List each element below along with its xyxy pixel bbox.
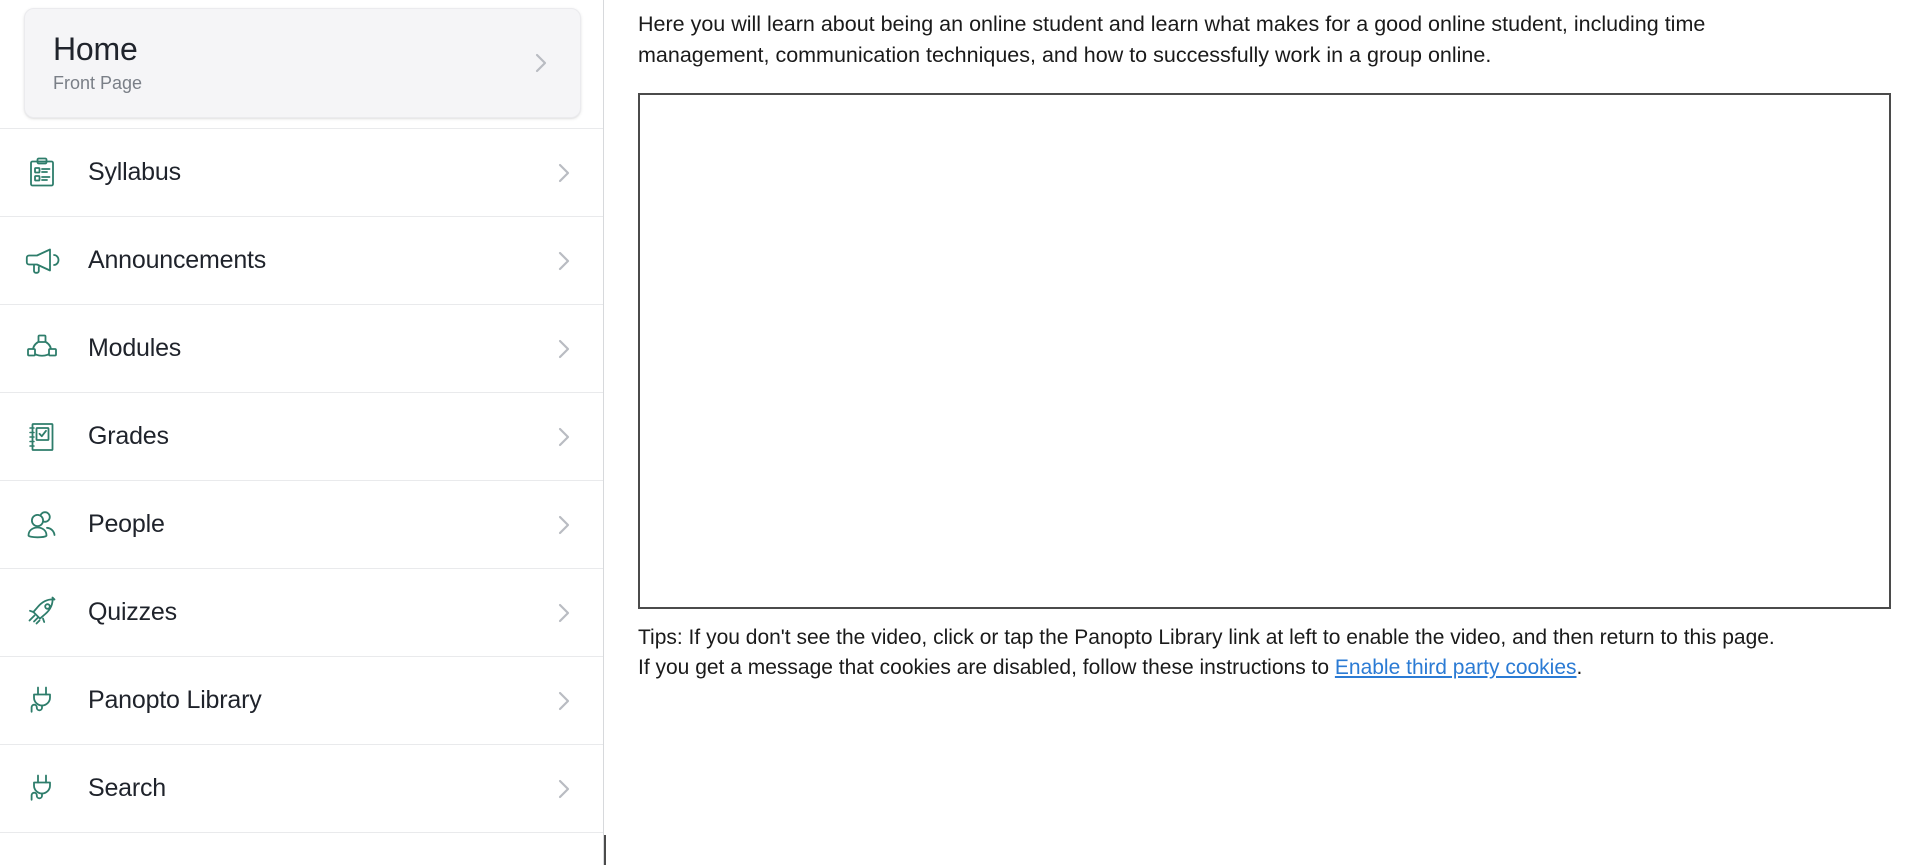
sidebar-item-label: Announcements [88,246,267,274]
frame-edge-marker [604,835,606,865]
gradebook-check-icon [22,417,62,457]
megaphone-icon [22,241,62,281]
sidebar-item-label: Syllabus [88,158,181,186]
plug-icon [22,769,62,809]
sidebar-item-people[interactable]: People [0,480,603,568]
chevron-right-icon [551,600,577,626]
sidebar-item-panopto-library[interactable]: Panopto Library [0,656,603,744]
tips-line-2-suffix: . [1576,656,1583,680]
people-group-icon [22,505,62,545]
sidebar-item-modules[interactable]: Modules [0,304,603,392]
home-subtitle: Front Page [53,73,143,94]
sidebar-item-search[interactable]: Search [0,744,603,832]
sidebar-item-label: Panopto Library [88,686,262,714]
chevron-right-icon [551,336,577,362]
sidebar-item-home[interactable]: Home Front Page [24,8,581,118]
panopto-video-embed[interactable] [638,93,1891,610]
tips-line-2-prefix: If you get a message that cookies are di… [638,656,1335,680]
sidebar-item-label: Modules [88,334,182,362]
chevron-right-icon [551,512,577,538]
chevron-right-icon [551,424,577,450]
main-content: Here you will learn about being an onlin… [604,0,1920,865]
sidebar-item-quizzes[interactable]: Quizzes [0,568,603,656]
rocket-icon [22,593,62,633]
sidebar-nav-list: Syllabus Announcements Modules Grades Pe… [0,128,603,865]
sidebar-item-grades[interactable]: Grades [0,392,603,480]
sidebar-item-label: Search [88,774,167,802]
home-title: Home [53,31,138,68]
sidebar-item-label: People [88,510,165,538]
tips-line-1: Tips: If you don't see the video, click … [638,626,1775,650]
plug-icon [22,681,62,721]
sidebar-item-label: Quizzes [88,598,177,626]
chevron-right-icon [551,688,577,714]
intro-paragraph: Here you will learn about being an onlin… [638,12,1706,67]
tips-block: Tips: If you don't see the video, click … [604,609,1854,684]
chevron-right-icon [551,248,577,274]
sidebar-item-label: Grades [88,422,169,450]
modules-network-icon [22,329,62,369]
sidebar-item-clipped[interactable] [0,832,603,865]
chevron-right-icon [551,160,577,186]
clipboard-list-icon [22,153,62,193]
course-navigation-sidebar: Home Front Page Syllabus Announcements M… [0,0,604,865]
enable-third-party-cookies-link[interactable]: Enable third party cookies [1335,656,1577,679]
chevron-right-icon [551,776,577,802]
course-home-page: Home Front Page Syllabus Announcements M… [0,0,1920,865]
chevron-right-icon [528,50,554,76]
sidebar-item-syllabus[interactable]: Syllabus [0,128,603,216]
sidebar-item-announcements[interactable]: Announcements [0,216,603,304]
home-card-text: Home Front Page [53,31,528,94]
